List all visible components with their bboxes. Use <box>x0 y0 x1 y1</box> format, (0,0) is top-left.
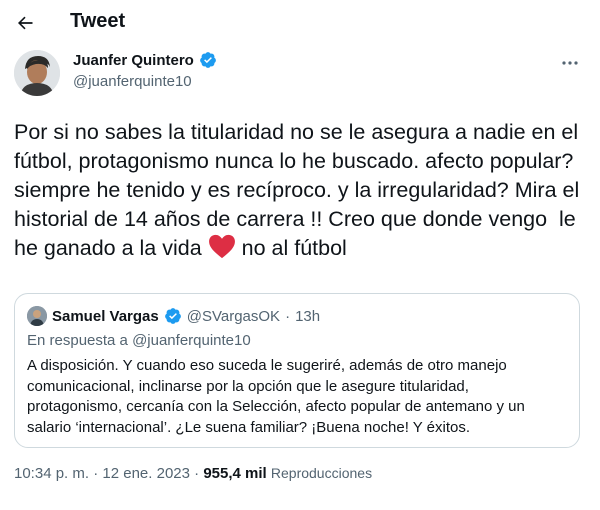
tweet-header: Tweet <box>0 0 600 44</box>
verified-badge-icon <box>199 52 216 68</box>
page-title: Tweet <box>70 10 126 32</box>
more-horizontal-icon <box>562 61 578 65</box>
quote-text: A disposición. Y cuando eso suceda le su… <box>27 357 525 436</box>
tweet-metadata: 10:34 p. m. · 12 ene. 2023 · 955,4 mil R… <box>14 465 372 482</box>
quote-author-name: Samuel Vargas <box>52 307 159 325</box>
tweet-text-part2: no al fútbol <box>235 236 347 260</box>
author-name[interactable]: Juanfer Quintero <box>73 52 194 69</box>
author-avatar[interactable] <box>14 50 60 96</box>
quote-reply-to: En respuesta a @juanferquinte10 <box>27 332 251 349</box>
quoted-tweet[interactable]: Samuel Vargas @SVargasOK · 13h En respue… <box>14 293 580 448</box>
quote-author-handle: @SVargasOK <box>186 307 281 325</box>
quote-separator: · <box>285 307 291 325</box>
tweet-text: Por si no sabes la titularidad no se le … <box>14 118 590 263</box>
views-label: Reproducciones <box>270 465 373 481</box>
meta-separator: · <box>89 465 103 482</box>
tweet-author: Juanfer Quintero @juanferquinte10 <box>14 48 586 98</box>
quote-time: 13h <box>295 307 321 325</box>
tweet-time[interactable]: 10:34 p. m. <box>14 465 89 482</box>
quote-avatar <box>27 306 47 326</box>
more-button[interactable] <box>558 54 582 72</box>
tweet-date[interactable]: 12 ene. 2023 <box>102 465 190 482</box>
meta-separator: · <box>189 465 204 482</box>
red-heart-emoji-icon <box>208 234 235 259</box>
back-button[interactable] <box>10 8 40 38</box>
verified-badge-icon <box>164 308 181 324</box>
view-count: 955,4 mil <box>203 465 267 482</box>
arrow-left-icon <box>18 16 33 30</box>
author-handle[interactable]: @juanferquinte10 <box>73 73 192 90</box>
